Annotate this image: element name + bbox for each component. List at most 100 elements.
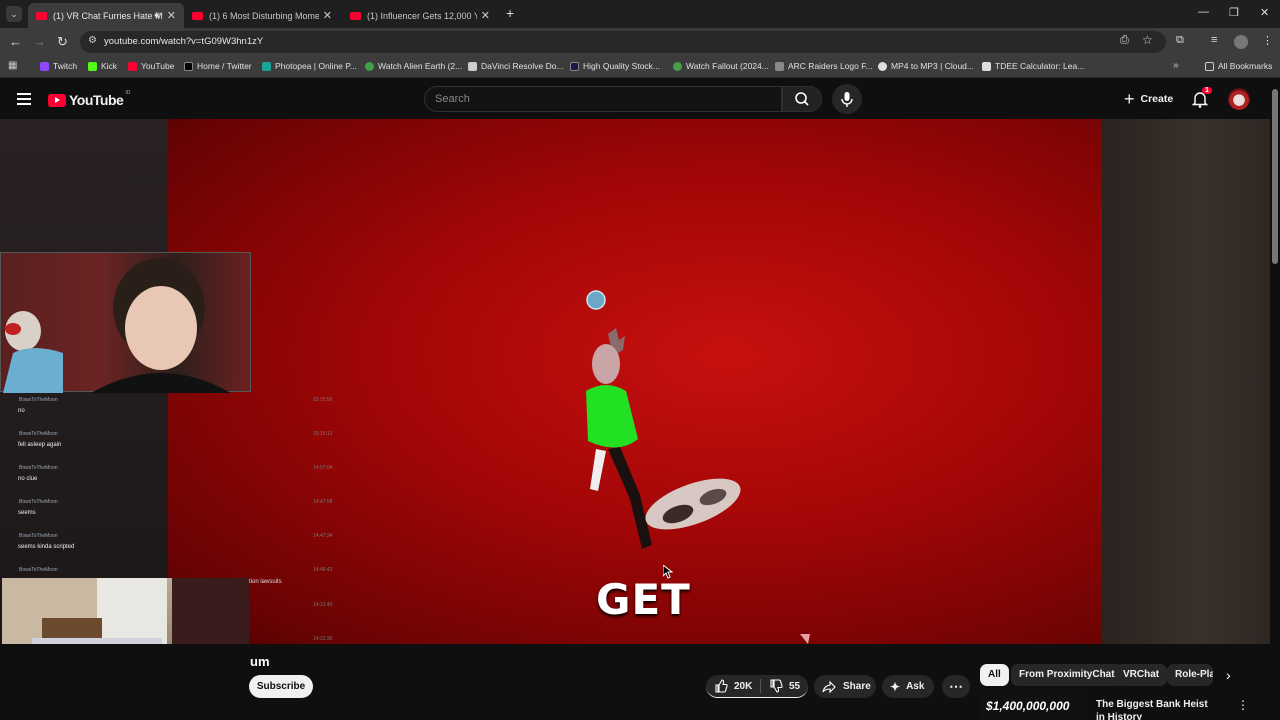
- page-icon: [775, 61, 784, 71]
- back-icon[interactable]: ←: [9, 34, 22, 49]
- x-logo-icon: [184, 61, 193, 71]
- address-bar[interactable]: ⚙ youtube.com/watch?v=tG09W3hn1zY ⎙ ☆: [80, 31, 1166, 53]
- media-control-icon[interactable]: ≡: [1211, 34, 1217, 46]
- scrollbar-thumb[interactable]: [1272, 89, 1278, 264]
- stock-site-icon: [570, 61, 579, 71]
- chip-from-proximitychat[interactable]: From ProximityChat: [1011, 664, 1123, 686]
- recommended-thumbnail[interactable]: $1,400,000,000: [980, 694, 1086, 720]
- youtube-play-icon: [48, 93, 66, 107]
- ask-button[interactable]: ✦ Ask: [882, 675, 934, 698]
- all-bookmarks-folder[interactable]: All Bookmarks: [1205, 61, 1272, 71]
- globe-icon: [365, 61, 374, 71]
- twitch-icon: [40, 61, 49, 71]
- chat-timestamp: 14:47:34: [313, 533, 333, 539]
- video-player[interactable]: GET BowsToTheMoon no 15:15:56 BowsToTheM…: [0, 119, 1270, 644]
- chat-message: seems kinda scripted: [18, 544, 75, 550]
- tab-title: (1) 6 Most Disturbing Moments: [209, 10, 319, 21]
- close-tab-icon[interactable]: ✕: [167, 9, 176, 22]
- close-window-icon[interactable]: ✕: [1260, 6, 1269, 19]
- chat-username: BowsToTheMoon: [19, 567, 58, 573]
- bookmark-davinci[interactable]: DaVinci Resolve Do...: [468, 61, 564, 71]
- chat-message: no: [18, 408, 25, 414]
- close-tab-icon[interactable]: ✕: [481, 9, 490, 22]
- browser-tab-active[interactable]: (1) VR Chat Furries Hate My 🔊︎ ✕: [28, 3, 184, 28]
- bookmark-twitch[interactable]: Twitch: [40, 61, 77, 71]
- bookmark-arc-raiders[interactable]: ARC Raiders Logo F...: [775, 61, 873, 71]
- hamburger-menu-icon[interactable]: [17, 93, 31, 105]
- browser-tab[interactable]: (1) 6 Most Disturbing Moments ✕: [184, 3, 340, 28]
- bookmark-star-icon[interactable]: ☆: [1142, 33, 1153, 47]
- page-icon: [982, 61, 991, 71]
- bookmark-twitter[interactable]: Home / Twitter: [184, 61, 252, 71]
- mouse-cursor-icon: [663, 565, 673, 579]
- site-info-icon[interactable]: ⚙: [88, 35, 97, 46]
- dislike-button[interactable]: 55: [761, 679, 800, 693]
- chat-timestamp: 14:31:30: [313, 636, 333, 642]
- chip-role-play[interactable]: Role-Pla: [1167, 664, 1213, 686]
- stream-chat-overlay: BowsToTheMoon no 15:15:56 BowsToTheMoon …: [0, 394, 340, 584]
- globe-icon: [673, 61, 682, 71]
- voice-search-button[interactable]: [832, 84, 862, 114]
- chat-message: fell asleep again: [18, 442, 62, 448]
- notifications-button[interactable]: 1: [1192, 87, 1212, 108]
- forward-icon[interactable]: →: [33, 34, 46, 49]
- youtube-favicon-icon: [192, 11, 203, 20]
- like-button[interactable]: 20K: [706, 679, 760, 693]
- more-bookmarks-icon[interactable]: »: [1173, 60, 1179, 71]
- chat-message: no clue: [18, 476, 38, 482]
- cloud-icon: [878, 61, 887, 71]
- new-tab-button[interactable]: +: [506, 5, 514, 21]
- bookmark-kick[interactable]: Kick: [88, 61, 117, 71]
- create-button[interactable]: + Create: [1120, 86, 1173, 112]
- share-arrow-icon: [822, 680, 836, 693]
- tab-search-button[interactable]: ⌄: [6, 6, 22, 22]
- minimize-icon[interactable]: —: [1198, 6, 1209, 18]
- reload-icon[interactable]: ↻: [57, 34, 68, 50]
- bookmark-stock[interactable]: High Quality Stock...: [570, 61, 660, 71]
- chat-timestamp: 14:46:42: [313, 567, 333, 573]
- chat-timestamp: 15:15:56: [313, 397, 333, 403]
- recommended-menu-icon[interactable]: ⋮: [1237, 698, 1249, 712]
- bookmark-alien-earth[interactable]: Watch Alien Earth (2...: [365, 61, 462, 71]
- chat-message: seems: [18, 510, 36, 516]
- close-tab-icon[interactable]: ✕: [323, 9, 332, 22]
- youtube-logo[interactable]: YouTube ID: [48, 90, 131, 108]
- restore-icon[interactable]: ❐: [1229, 6, 1239, 19]
- bookmark-mp4-to-mp3[interactable]: MP4 to MP3 | Cloud...: [878, 61, 974, 71]
- extensions-icon[interactable]: ⧉: [1176, 34, 1184, 47]
- photopea-icon: [262, 61, 271, 71]
- thumbs-down-icon: [770, 679, 783, 693]
- bookmark-youtube[interactable]: YouTube: [128, 61, 174, 71]
- install-app-icon[interactable]: ⎙: [1120, 34, 1129, 47]
- notification-badge: 1: [1202, 87, 1212, 94]
- search-input[interactable]: Search: [424, 86, 782, 112]
- search-icon: [795, 92, 809, 106]
- chat-username: BowsToTheMoon: [19, 397, 58, 403]
- account-avatar[interactable]: [1228, 88, 1250, 110]
- ellipsis-icon: ⋯: [949, 678, 963, 694]
- bookmark-tdee[interactable]: TDEE Calculator: Lea...: [982, 61, 1084, 71]
- speaker-icon: 🔊︎: [154, 10, 160, 20]
- more-actions-button[interactable]: ⋯: [942, 675, 970, 698]
- page-scrollbar[interactable]: [1270, 79, 1280, 720]
- chrome-menu-icon[interactable]: ⋮: [1262, 34, 1273, 47]
- video-right-panel: [1102, 119, 1270, 644]
- browser-tab[interactable]: (1) Influencer Gets 12,000 Years ✕: [342, 3, 498, 28]
- apps-grid-icon[interactable]: ▦: [8, 60, 17, 71]
- chips-next-icon[interactable]: ›: [1226, 667, 1231, 683]
- kick-icon: [88, 61, 97, 71]
- bookmark-fallout[interactable]: Watch Fallout (2024...: [673, 61, 769, 71]
- chat-timestamp: 14:31:40: [313, 602, 333, 608]
- profile-avatar[interactable]: [1234, 35, 1248, 49]
- chip-vrchat[interactable]: VRChat: [1115, 664, 1168, 686]
- bookmark-photopea[interactable]: Photopea | Online P...: [262, 61, 357, 71]
- chip-all[interactable]: All: [980, 664, 1009, 686]
- browser-toolbar: ← → ↻ ⚙ youtube.com/watch?v=tG09W3hn1zY …: [0, 28, 1280, 56]
- recommended-title[interactable]: The Biggest Bank Heist in History: [1096, 698, 1216, 720]
- subscribe-button[interactable]: Subscribe: [249, 675, 313, 698]
- region-code: ID: [125, 90, 131, 96]
- video-title-fragment: um: [250, 654, 270, 669]
- search-button[interactable]: [782, 86, 822, 112]
- chat-username: BowsToTheMoon: [19, 533, 58, 539]
- share-button[interactable]: Share: [814, 675, 876, 698]
